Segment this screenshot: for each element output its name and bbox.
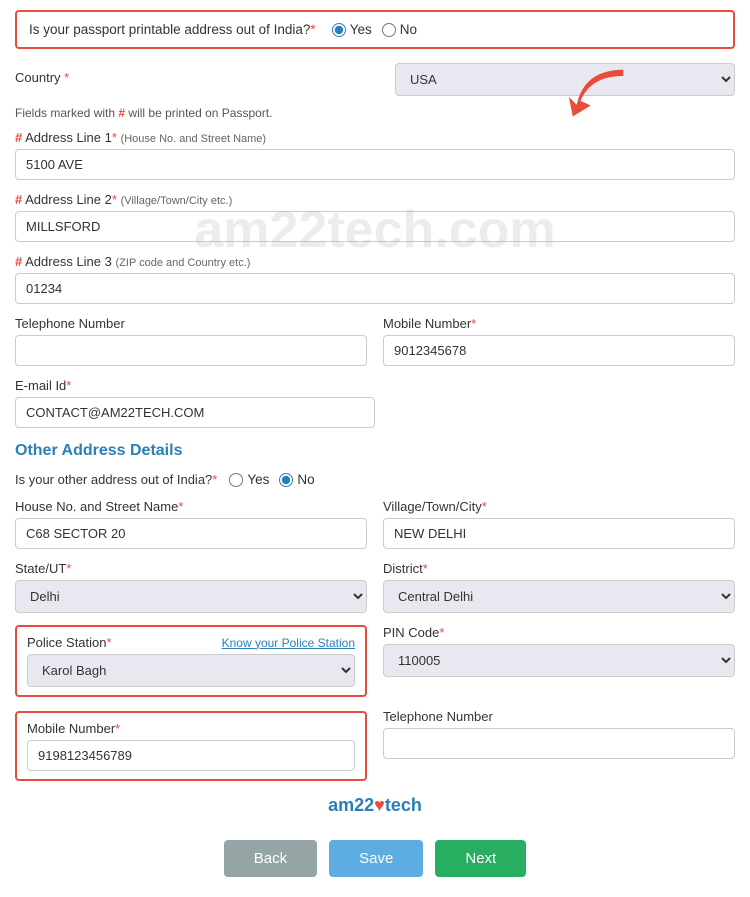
fields-note: Fields marked with # will be printed on … (15, 106, 735, 120)
address-line-2-label: # Address Line 2* (Village/Town/City etc… (15, 192, 735, 207)
passport-no-radio-label[interactable]: No (382, 22, 417, 37)
other-address-yes-radio-label[interactable]: Yes (229, 472, 269, 487)
other-mobile-telephone-row: Mobile Number* Telephone Number (15, 709, 735, 781)
next-button[interactable]: Next (435, 840, 526, 877)
country-select-wrap: USA India UK Canada (395, 63, 735, 96)
address-line-3-input[interactable] (15, 273, 735, 304)
passport-question-label: Is your passport printable address out o… (29, 22, 316, 37)
email-label: E-mail Id* (15, 378, 375, 393)
passport-no-radio[interactable] (382, 23, 396, 37)
district-label: District* (383, 561, 735, 576)
other-address-no-radio-label[interactable]: No (279, 472, 314, 487)
telephone-mobile-row: Telephone Number Mobile Number* (15, 316, 735, 366)
know-police-station-link[interactable]: Know your Police Station (222, 636, 355, 650)
other-address-question-label: Is your other address out of India?* (15, 472, 217, 487)
mobile-main-label: Mobile Number* (383, 316, 735, 331)
branding: am22♥tech (15, 795, 735, 816)
country-label: Country * (15, 70, 115, 85)
other-mobile-label: Mobile Number* (27, 721, 355, 736)
email-input[interactable] (15, 397, 375, 428)
address-line-2-group: # Address Line 2* (Village/Town/City etc… (15, 192, 735, 242)
pin-code-select[interactable]: 110005 110001 110006 (383, 644, 735, 677)
save-button[interactable]: Save (329, 840, 423, 877)
address-line-1-group: # Address Line 1* (House No. and Street … (15, 130, 735, 180)
other-address-question-row: Is your other address out of India?* Yes… (15, 472, 735, 487)
address-line-1-input[interactable] (15, 149, 735, 180)
police-highlight-box: Police Station* Know your Police Station… (15, 625, 367, 697)
passport-question-box: Is your passport printable address out o… (15, 10, 735, 49)
button-row: Back Save Next (15, 840, 735, 877)
state-col: State/UT* Delhi Maharashtra Karnataka Ta… (15, 561, 367, 613)
mobile-main-col: Mobile Number* (383, 316, 735, 366)
passport-yes-radio-label[interactable]: Yes (332, 22, 372, 37)
village-town-col: Village/Town/City* (383, 499, 735, 549)
telephone-col: Telephone Number (15, 316, 367, 366)
country-select[interactable]: USA India UK Canada (395, 63, 735, 96)
state-label: State/UT* (15, 561, 367, 576)
village-town-input[interactable] (383, 518, 735, 549)
other-mobile-input[interactable] (27, 740, 355, 771)
address-line-3-group: # Address Line 3 (ZIP code and Country e… (15, 254, 735, 304)
other-mobile-highlight: Mobile Number* (15, 711, 367, 781)
police-station-select[interactable]: Karol Bagh Connaught Place Chandni Chowk (27, 654, 355, 687)
house-no-input[interactable] (15, 518, 367, 549)
state-select[interactable]: Delhi Maharashtra Karnataka Tamil Nadu (15, 580, 367, 613)
country-row: Country * USA India UK Canada (15, 63, 735, 96)
other-address-title: Other Address Details (15, 442, 735, 460)
email-group: E-mail Id* (15, 378, 375, 428)
house-no-col: House No. and Street Name* (15, 499, 367, 549)
village-town-label: Village/Town/City* (383, 499, 735, 514)
passport-yes-radio[interactable] (332, 23, 346, 37)
address-line-3-label: # Address Line 3 (ZIP code and Country e… (15, 254, 735, 269)
pin-code-label: PIN Code* (383, 625, 735, 640)
telephone-label: Telephone Number (15, 316, 367, 331)
mobile-main-input[interactable] (383, 335, 735, 366)
police-station-label: Police Station* (27, 635, 112, 650)
address-line-2-input[interactable] (15, 211, 735, 242)
district-select[interactable]: Central Delhi North Delhi South Delhi (383, 580, 735, 613)
other-address-radio-group: Yes No (229, 472, 314, 487)
other-mobile-col: Mobile Number* (15, 709, 367, 781)
other-telephone-input[interactable] (383, 728, 735, 759)
state-district-row: State/UT* Delhi Maharashtra Karnataka Ta… (15, 561, 735, 613)
house-village-row: House No. and Street Name* Village/Town/… (15, 499, 735, 549)
other-address-yes-radio[interactable] (229, 473, 243, 487)
pin-col: PIN Code* 110005 110001 110006 (383, 625, 735, 697)
back-button[interactable]: Back (224, 840, 317, 877)
house-no-label: House No. and Street Name* (15, 499, 367, 514)
telephone-input[interactable] (15, 335, 367, 366)
address-line-1-label: # Address Line 1* (House No. and Street … (15, 130, 735, 145)
passport-address-radio-group: Yes No (332, 22, 417, 37)
district-col: District* Central Delhi North Delhi Sout… (383, 561, 735, 613)
police-col: Police Station* Know your Police Station… (15, 625, 367, 697)
other-telephone-label: Telephone Number (383, 709, 735, 724)
other-address-no-radio[interactable] (279, 473, 293, 487)
police-pin-row: Police Station* Know your Police Station… (15, 625, 735, 697)
other-telephone-col: Telephone Number (383, 709, 735, 781)
police-station-header: Police Station* Know your Police Station (27, 635, 355, 650)
